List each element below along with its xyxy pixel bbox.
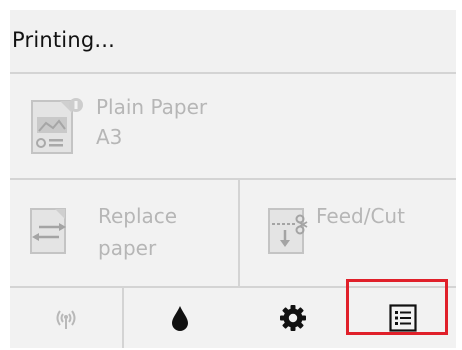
- tab-ink[interactable]: [124, 288, 236, 348]
- status-header: Printing...: [10, 10, 456, 74]
- tab-menu[interactable]: [350, 288, 456, 348]
- tab-wireless[interactable]: [10, 288, 124, 348]
- printer-panel-screen: Printing... Plain Paper A3 Replace paper…: [10, 10, 456, 348]
- feed-cut-label: Feed/Cut: [316, 204, 405, 228]
- wireless-icon: [56, 310, 76, 329]
- status-title: Printing...: [12, 28, 116, 52]
- paper-size-label: A3: [96, 125, 123, 149]
- replace-paper-button[interactable]: Replace paper: [10, 180, 240, 286]
- ink-drop-icon: [172, 306, 188, 331]
- tab-settings[interactable]: [236, 288, 350, 348]
- paper-settings-button[interactable]: Plain Paper A3: [10, 74, 456, 180]
- action-row: Replace paper Feed/Cut: [10, 180, 456, 288]
- paper-type-label: Plain Paper: [96, 95, 208, 119]
- replace-label-line1: Replace: [98, 204, 178, 228]
- replace-paper-icon: [30, 208, 66, 254]
- bottom-tab-bar: [10, 288, 456, 348]
- gear-icon: [280, 305, 306, 331]
- list-menu-icon: [389, 304, 417, 332]
- feed-cut-button[interactable]: Feed/Cut: [240, 180, 456, 286]
- feed-cut-icon: [268, 208, 308, 254]
- replace-label-line2: paper: [98, 236, 157, 260]
- paper-info-icon: [31, 98, 83, 154]
